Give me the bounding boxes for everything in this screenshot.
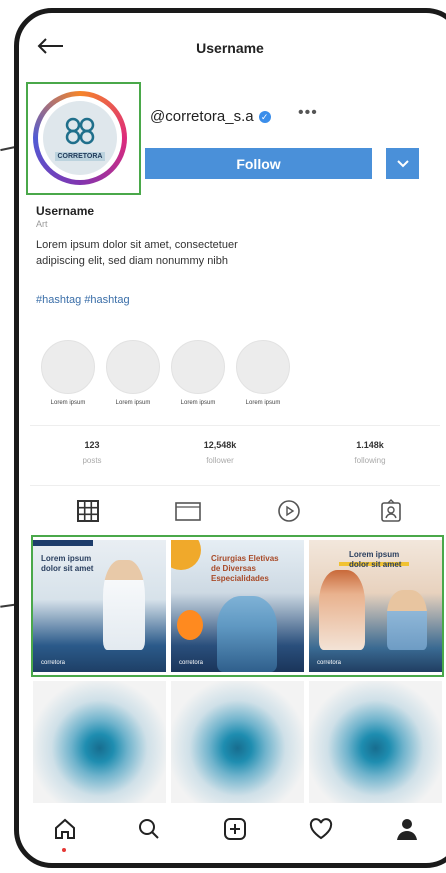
story-highlight[interactable]: Lorem ipsum (41, 340, 95, 406)
tab-grid[interactable] (75, 499, 101, 527)
stat-followers[interactable]: 12,548k follower (175, 440, 265, 465)
brand-logo: CORRETORA (43, 101, 117, 175)
stat-label: follower (206, 456, 234, 465)
posts-highlight-box (31, 535, 444, 677)
story-highlight-label: Lorem ipsum (180, 400, 216, 406)
avatar[interactable]: CORRETORA (33, 91, 127, 185)
top-bar: Username (20, 34, 440, 64)
nav-search[interactable] (134, 816, 164, 846)
search-icon (137, 817, 161, 846)
heart-icon (309, 817, 333, 845)
more-dots-icon[interactable]: ••• (298, 104, 318, 122)
tab-tagged[interactable] (378, 498, 404, 528)
nav-profile[interactable] (392, 816, 422, 846)
story-highlight-circle (106, 340, 160, 394)
story-highlight-circle (171, 340, 225, 394)
stat-value: 123 (84, 440, 100, 450)
suggestions-dropdown-button[interactable] (386, 148, 419, 179)
active-indicator-dot (62, 848, 66, 852)
post-thumbnail-blurred[interactable] (33, 681, 166, 803)
story-highlight-label: Lorem ipsum (115, 400, 151, 406)
stat-label: following (354, 456, 386, 465)
infinity-logo-icon (60, 115, 100, 150)
bottom-nav (20, 808, 440, 852)
stat-posts[interactable]: 123 posts (47, 440, 137, 465)
tab-reels[interactable] (276, 499, 302, 528)
home-icon (53, 817, 77, 846)
igtv-icon (175, 500, 201, 527)
post-thumbnail-blurred[interactable] (171, 681, 304, 803)
verified-badge-icon: ✓ (258, 111, 271, 123)
story-highlight[interactable]: Lorem ipsum (171, 340, 225, 406)
divider (30, 485, 440, 486)
story-highlight[interactable]: Lorem ipsum (106, 340, 160, 406)
post-thumbnail-blurred[interactable] (309, 681, 442, 803)
story-highlight-label: Lorem ipsum (50, 400, 86, 406)
stat-label: posts (82, 456, 102, 465)
divider (30, 425, 440, 426)
story-highlight-circle (41, 340, 95, 394)
chevron-down-icon (396, 157, 409, 171)
tagged-user-icon (380, 498, 402, 528)
page-title: Username (196, 40, 264, 56)
story-highlight-circle (236, 340, 290, 394)
reels-play-icon (277, 499, 301, 528)
add-post-icon (223, 817, 247, 846)
nav-activity[interactable] (306, 816, 336, 846)
story-highlight[interactable]: Lorem ipsum (236, 340, 290, 406)
post-grid-row (33, 681, 443, 813)
nav-home[interactable] (50, 816, 80, 846)
grid-icon (77, 499, 99, 527)
tab-igtv[interactable] (175, 500, 201, 526)
display-name: Username (36, 204, 95, 218)
story-highlight-label: Lorem ipsum (245, 400, 281, 406)
hashtags-link[interactable]: #hashtag #hashtag (36, 294, 130, 306)
logo-text: CORRETORA (54, 152, 106, 161)
bio-text: Lorem ipsum dolor sit amet, consectetuer… (36, 239, 238, 267)
nav-add-post[interactable] (220, 816, 250, 846)
stat-following[interactable]: 1.148k following (325, 440, 415, 465)
follow-button[interactable]: Follow (145, 148, 372, 179)
profile-icon (395, 817, 419, 846)
handle-text: @corretora_s.a (150, 108, 254, 125)
stat-value: 12,548k (203, 440, 237, 450)
profile-handle: @corretora_s.a ✓ (150, 108, 271, 125)
category-label: Art (36, 219, 48, 229)
stat-value: 1.148k (356, 440, 384, 450)
